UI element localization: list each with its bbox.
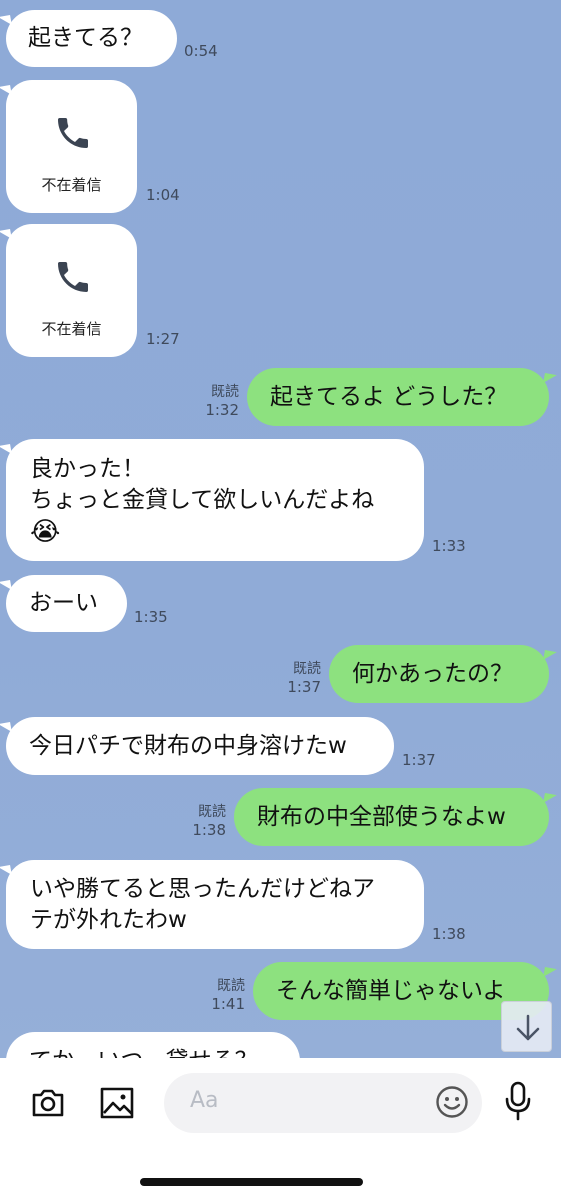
read-receipt: 既読: [211, 384, 239, 400]
phone-icon: [58, 262, 88, 292]
microphone-icon: [505, 1081, 531, 1121]
message-text-line: 良かった！: [30, 456, 145, 482]
time-label: 1:41: [211, 995, 245, 1013]
message-text-line: テが外れたわw: [30, 907, 187, 933]
time-label: 1:37: [287, 678, 321, 696]
message-bubble-incoming[interactable]: てか、いつ、貸せる？: [6, 1032, 300, 1058]
message-bubble-outgoing[interactable]: 起きてるよ どうした？: [247, 368, 549, 426]
message-bubble-incoming[interactable]: おーい: [6, 575, 127, 632]
time-label: 1:38: [432, 925, 466, 943]
message-text: 起きてる？: [28, 25, 143, 51]
message-time: 1:27: [146, 330, 180, 348]
read-receipt: 既読: [293, 661, 321, 677]
message-text: 今日パチで財布の中身溶けたw: [29, 733, 347, 759]
time-label: 1:27: [146, 330, 180, 348]
time-label: 1:04: [146, 186, 180, 204]
message-meta: 既読 1:32: [203, 383, 239, 419]
camera-button[interactable]: [30, 1085, 66, 1121]
missed-call-label: 不在着信: [41, 176, 102, 194]
chat-area[interactable]: 起きてる？ 0:54 不在着信 1:04 不在着信 1:27 既読 1:32 起…: [0, 0, 561, 1058]
scroll-to-bottom-button[interactable]: [501, 1001, 552, 1052]
missed-call-label: 不在着信: [41, 320, 102, 338]
time-label: 1:35: [134, 608, 168, 626]
message-text: そんな簡単じゃないよ: [276, 978, 506, 1004]
message-time: 1:37: [402, 751, 436, 769]
image-icon: [100, 1087, 134, 1119]
message-time: 1:04: [146, 186, 180, 204]
emoji-icon[interactable]: [435, 1085, 469, 1119]
message-meta: 既読 1:37: [285, 660, 321, 696]
message-text: 何かあったの？: [352, 661, 513, 687]
time-label: 1:37: [402, 751, 436, 769]
message-time: 1:33: [432, 537, 466, 555]
voice-button[interactable]: [502, 1080, 534, 1122]
camera-icon: [32, 1089, 64, 1117]
message-input-placeholder: Aa: [190, 1088, 219, 1113]
phone-icon: [58, 118, 88, 148]
home-indicator: [140, 1178, 363, 1186]
image-button[interactable]: [99, 1085, 135, 1121]
message-text: 財布の中全部使うなよw: [257, 804, 506, 830]
message-bubble-outgoing[interactable]: 何かあったの？: [329, 645, 549, 703]
message-text-line: ちょっと金貸して欲しいんだよね: [30, 487, 375, 513]
message-text: 起きてるよ どうした？: [270, 384, 508, 410]
message-text: てか、いつ、貸せる？: [29, 1044, 258, 1058]
message-input[interactable]: Aa: [164, 1073, 482, 1133]
time-label: 0:54: [184, 42, 218, 60]
message-text: おーい: [29, 590, 98, 616]
message-bubble-incoming[interactable]: 良かった！ ちょっと金貸して欲しいんだよね 😭: [6, 439, 424, 561]
time-label: 1:32: [205, 401, 239, 419]
message-bubble-incoming[interactable]: いや勝てると思ったんだけどねア テが外れたわw: [6, 860, 424, 949]
message-meta: 既読 1:38: [190, 803, 226, 839]
message-text-line: いや勝てると思ったんだけどねア: [30, 876, 375, 902]
time-label: 1:33: [432, 537, 466, 555]
arrow-down-icon: [516, 1014, 540, 1041]
message-time: 1:38: [432, 925, 466, 943]
message-bubble-outgoing[interactable]: 財布の中全部使うなよw: [234, 788, 549, 846]
missed-call-card[interactable]: 不在着信: [6, 224, 137, 357]
read-receipt: 既読: [217, 978, 245, 994]
message-bubble-incoming[interactable]: 今日パチで財布の中身溶けたw: [6, 717, 394, 775]
message-time: 0:54: [184, 42, 218, 60]
read-receipt: 既読: [198, 804, 226, 820]
emoji-crying: 😭: [30, 517, 61, 547]
message-meta: 既読 1:41: [209, 977, 245, 1013]
message-bubble-incoming[interactable]: 起きてる？: [6, 10, 177, 67]
message-composer: Aa: [0, 1058, 561, 1199]
time-label: 1:38: [192, 821, 226, 839]
message-time: 1:35: [134, 608, 168, 626]
missed-call-card[interactable]: 不在着信: [6, 80, 137, 213]
